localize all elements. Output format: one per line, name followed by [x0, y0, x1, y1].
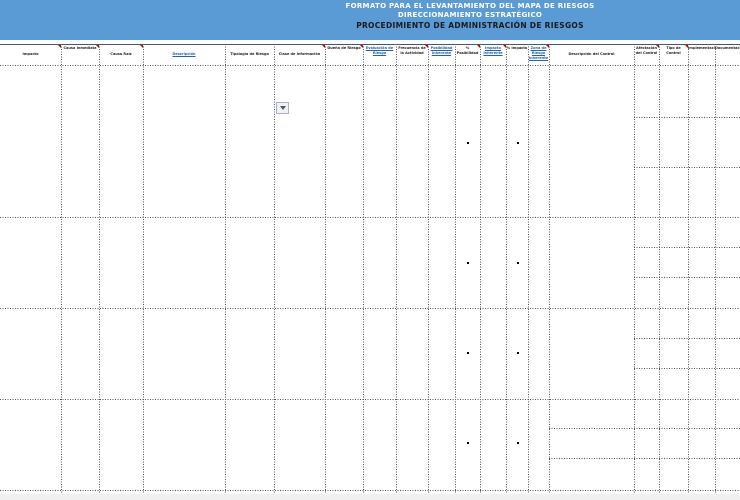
column-header-tipo-de-control: Tipo de Control: [666, 46, 681, 55]
column-header-afectacion-del-control: Afectación del Control: [635, 46, 658, 55]
column-header-documentacion: Documentación: [715, 46, 740, 50]
cell-value-marker: [467, 262, 469, 264]
column-header-clase-de-informacion: Clase de Información: [278, 52, 321, 56]
cell-value-marker: [467, 352, 469, 354]
column-header-evaluacion-de-riesgo[interactable]: Evaluación de Riesgo: [363, 46, 396, 64]
chevron-down-icon: [280, 106, 286, 110]
column-header-implementacion: Implementación: [688, 46, 715, 50]
column-header-impacto: % Impacto: [506, 46, 528, 50]
column-header-posibilidad-inherente[interactable]: Posibilidad Inherente: [428, 46, 455, 64]
column-header-descripcion-del-control: Descripción del Control: [568, 52, 615, 56]
cell-value-marker: [517, 442, 519, 444]
column-header-tipologia-de-riesgo: Tipología de Riesgo: [230, 52, 269, 56]
cell-value-marker: [467, 442, 469, 444]
column-header-posibilidad: % Posibilidad: [456, 46, 479, 55]
column-header-causa-raiz: Causa Raíz: [110, 52, 132, 56]
comment-indicator[interactable]: [140, 45, 143, 48]
cell-value-marker: [517, 142, 519, 144]
sheet-bottom-edge: [0, 494, 740, 500]
column-header-causa-inmediata: Causa Inmediata: [63, 46, 97, 50]
cell-value-marker: [467, 142, 469, 144]
column-header-zona-de-riesgo-inherente[interactable]: Zona de Riesgo Inherente: [528, 46, 549, 64]
column-header-impacto-inherente[interactable]: Impacto Inherente: [480, 46, 506, 64]
cell-value-marker: [517, 262, 519, 264]
column-header-frecuencia-de-la-actividad: Frecuencia de la Actividad: [398, 46, 426, 55]
column-header-descripcion[interactable]: Descripción: [143, 52, 225, 57]
column-header-impacto: Impacto: [22, 52, 39, 56]
column-header-dueno-de-riesgo: Dueño de Riesgo: [327, 46, 361, 50]
cell-dropdown-button[interactable]: [276, 102, 289, 114]
spreadsheet-grid: [0, 44, 740, 494]
cell-value-marker: [517, 352, 519, 354]
